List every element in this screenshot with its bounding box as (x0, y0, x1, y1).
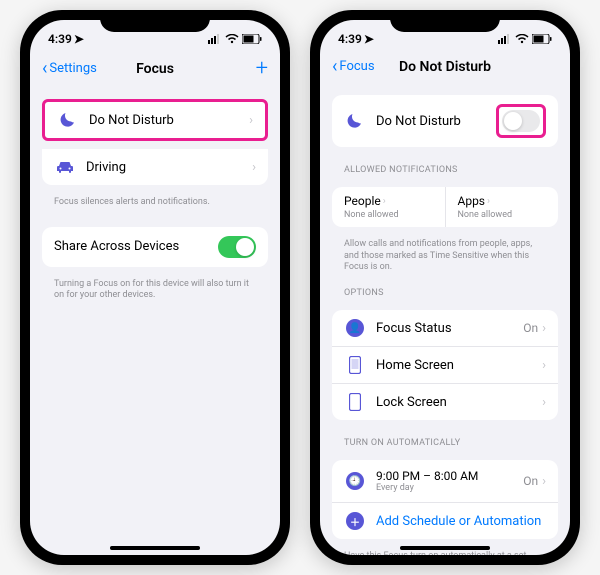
battery-icon (242, 34, 262, 44)
status-indicators (498, 34, 552, 44)
back-label: Settings (49, 61, 96, 76)
phone-left: 4:39 ➤ ‹ Settings Focus + (20, 10, 290, 565)
focus-status-value: On (523, 321, 538, 335)
add-schedule-row[interactable]: ＋ Add Schedule or Automation (332, 502, 558, 539)
home-indicator[interactable] (110, 546, 200, 550)
status-indicators (208, 34, 262, 44)
page-title: Do Not Disturb (399, 59, 491, 75)
home-screen-icon (344, 356, 366, 374)
clock-icon: 🕘 (344, 472, 366, 490)
add-schedule-label: Add Schedule or Automation (376, 514, 546, 529)
moon-icon (344, 113, 366, 129)
chevron-left-icon: ‹ (332, 56, 337, 77)
notch (100, 10, 210, 32)
signal-icon (498, 34, 512, 44)
apps-label: Apps (458, 194, 486, 208)
back-label: Focus (339, 59, 374, 74)
chevron-right-icon: › (542, 395, 546, 410)
focus-status-row[interactable]: 👤 Focus Status On › (332, 310, 558, 346)
schedule-value: On (523, 474, 538, 488)
auto-header: TURN ON AUTOMATICALLY (332, 428, 558, 452)
page-title: Focus (136, 61, 174, 77)
chevron-right-icon: › (542, 474, 546, 489)
list-item-dnd[interactable]: Do Not Disturb › (45, 102, 265, 138)
wifi-icon (515, 34, 529, 44)
screen-focus-list: 4:39 ➤ ‹ Settings Focus + (30, 20, 280, 555)
dnd-toggle-row: Do Not Disturb (332, 95, 558, 147)
lock-screen-label: Lock Screen (376, 395, 542, 410)
share-label: Share Across Devices (54, 239, 218, 254)
options-header: OPTIONS (332, 278, 558, 302)
dnd-toggle[interactable] (502, 110, 540, 132)
lock-screen-icon (344, 393, 366, 411)
signal-icon (208, 34, 222, 44)
location-arrow-icon: ➤ (364, 32, 374, 46)
dnd-toggle-label: Do Not Disturb (376, 114, 496, 129)
moon-icon (57, 112, 79, 128)
home-screen-row[interactable]: Home Screen › (332, 346, 558, 383)
chevron-right-icon: › (249, 113, 253, 128)
add-button[interactable]: + (208, 56, 268, 81)
nav-bar: ‹ Focus Do Not Disturb (320, 50, 570, 85)
back-button[interactable]: ‹ Settings (42, 58, 102, 79)
allowed-footer: Allow calls and notifications from peopl… (332, 235, 558, 278)
wifi-icon (225, 34, 239, 44)
highlight-dnd-row: Do Not Disturb › (42, 99, 268, 141)
chevron-right-icon: › (252, 160, 256, 175)
home-indicator[interactable] (400, 546, 490, 550)
apps-cell[interactable]: Apps› None allowed (445, 187, 559, 227)
back-button[interactable]: ‹ Focus (332, 56, 392, 77)
chevron-right-icon: › (383, 196, 386, 207)
chevron-left-icon: ‹ (42, 58, 47, 79)
apps-sub: None allowed (458, 210, 547, 220)
car-icon (54, 160, 76, 174)
nav-bar: ‹ Settings Focus + (30, 50, 280, 89)
schedule-row[interactable]: 🕘 9:00 PM – 8:00 AM Every day On › (332, 460, 558, 502)
schedule-label: 9:00 PM – 8:00 AM (376, 469, 523, 483)
status-time: 4:39 (338, 32, 362, 46)
home-screen-label: Home Screen (376, 358, 542, 373)
plus-circle-icon: ＋ (344, 512, 366, 530)
people-cell[interactable]: People› None allowed (332, 187, 445, 227)
share-footer: Turning a Focus on for this device will … (42, 275, 268, 306)
highlight-dnd-toggle (496, 104, 546, 138)
share-toggle[interactable] (218, 236, 256, 258)
people-label: People (344, 194, 381, 208)
chevron-right-icon: › (487, 196, 490, 207)
status-time: 4:39 (48, 32, 72, 46)
driving-label: Driving (86, 160, 252, 175)
list-item-driving[interactable]: Driving › (42, 149, 268, 185)
schedule-sub: Every day (376, 483, 523, 493)
dnd-label: Do Not Disturb (89, 113, 249, 128)
person-bubble-icon: 👤 (344, 319, 366, 337)
phone-right: 4:39 ➤ ‹ Focus Do Not Disturb (310, 10, 580, 565)
chevron-right-icon: › (542, 321, 546, 336)
screen-dnd-detail: 4:39 ➤ ‹ Focus Do Not Disturb (320, 20, 570, 555)
chevron-right-icon: › (542, 358, 546, 373)
location-arrow-icon: ➤ (74, 32, 84, 46)
notch (390, 10, 500, 32)
lock-screen-row[interactable]: Lock Screen › (332, 383, 558, 420)
allowed-header: ALLOWED NOTIFICATIONS (332, 155, 558, 179)
focus-footer: Focus silences alerts and notifications. (42, 193, 268, 213)
focus-status-label: Focus Status (376, 321, 523, 336)
battery-icon (532, 34, 552, 44)
allowed-row: People› None allowed Apps› None allowed (332, 187, 558, 227)
share-across-row: Share Across Devices (42, 227, 268, 267)
people-sub: None allowed (344, 210, 433, 220)
